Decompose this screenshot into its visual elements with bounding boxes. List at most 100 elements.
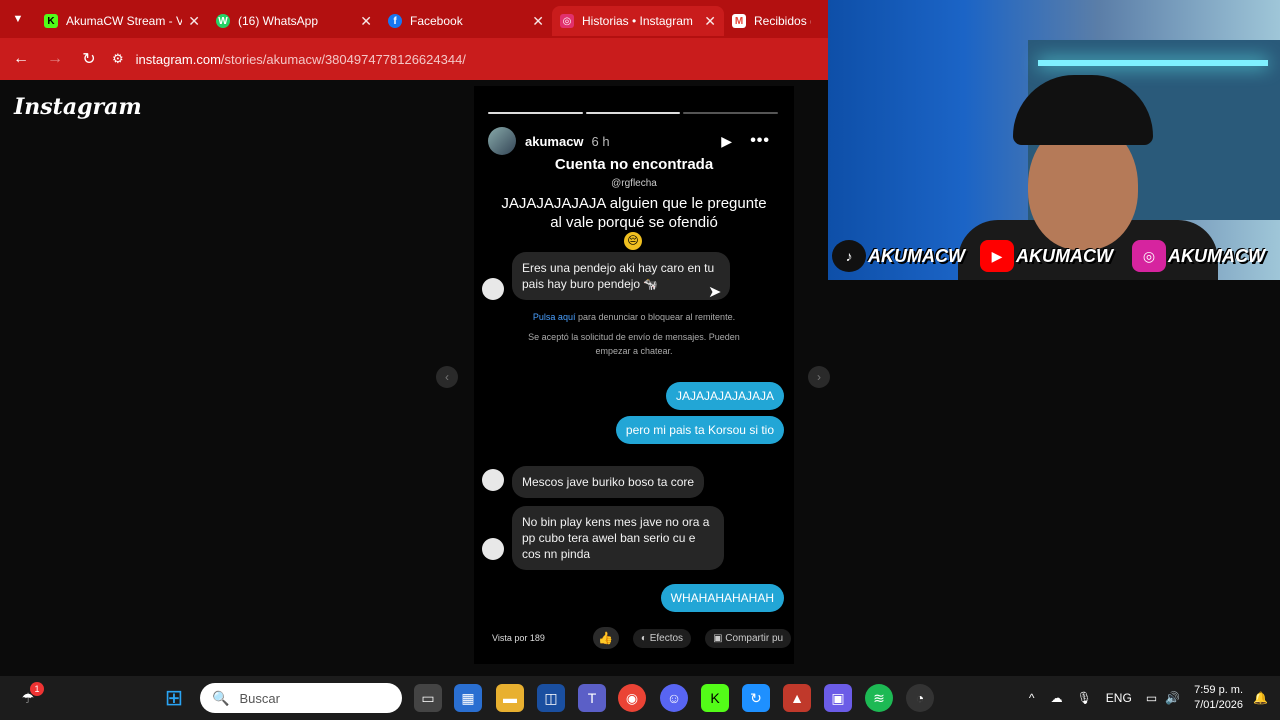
kick-app-icon[interactable]: K <box>701 684 729 712</box>
streaming-app-icon[interactable]: ▲ <box>783 684 811 712</box>
reload-icon[interactable]: ↻ <box>72 49 106 69</box>
tab-facebook[interactable]: f Facebook ✕ <box>380 6 552 36</box>
tiktok-handle: ♪ AKUMACW <box>832 240 965 272</box>
share-icon: ▣ <box>713 632 726 644</box>
address-bar: ← → ↻ ⚙ instagram.com/stories/akumacw/38… <box>0 38 828 80</box>
instagram-icon: ◎ <box>560 14 574 28</box>
notification-badge: 1 <box>30 682 44 696</box>
story-progress <box>488 112 779 114</box>
story-time: 6 h <box>591 133 610 149</box>
next-story-chevron-icon[interactable]: › <box>808 366 830 388</box>
report-link[interactable]: Pulsa aquí <box>533 312 576 322</box>
led-light <box>1038 60 1268 66</box>
effects-icon: ◐ <box>640 632 650 644</box>
task-view-icon[interactable]: ▭ <box>414 684 442 712</box>
mouse-cursor-icon: ➤ <box>708 284 722 301</box>
message-incoming: Eres una pendejo aki hay caro en tu pais… <box>512 252 730 300</box>
instagram-handle: ◎ AKUMACW <box>1132 240 1265 272</box>
tab-gmail[interactable]: M Recibidos (3,4 <box>724 6 819 36</box>
close-icon[interactable]: ✕ <box>360 13 372 30</box>
back-arrow-icon[interactable]: ← <box>4 50 38 68</box>
calculator-icon[interactable]: ▦ <box>454 684 482 712</box>
close-icon[interactable]: ✕ <box>188 13 200 30</box>
tab-title: (16) WhatsApp <box>238 14 319 28</box>
more-options-icon[interactable]: ••• <box>750 132 770 150</box>
sender-avatar <box>482 538 504 560</box>
viewers-count[interactable]: Vista por 189 <box>492 633 545 643</box>
instagram-logo[interactable]: Instagram <box>14 94 142 120</box>
url-host: instagram.com <box>135 51 221 67</box>
previous-story-chevron-icon[interactable]: ‹ <box>436 366 458 388</box>
story-header: akumacw 6 h ▶ ••• <box>488 126 778 156</box>
facebook-icon: f <box>388 14 402 28</box>
discord-icon[interactable]: ☺ <box>660 684 688 712</box>
effects-button[interactable]: ◐ Efectos <box>632 628 692 648</box>
tab-search-chevron-icon[interactable]: ▼ <box>0 0 36 38</box>
avatar[interactable] <box>488 127 516 155</box>
message-outgoing: pero mi pais ta Korsou si tio <box>615 416 784 444</box>
account-handle: @rgflecha <box>611 178 657 189</box>
url-field[interactable]: ⚙ instagram.com/stories/akumacw/38049747… <box>112 51 466 67</box>
tab-title: Facebook <box>410 14 463 28</box>
microphone-icon[interactable]: 🎙 <box>1077 691 1092 705</box>
chevron-up-icon[interactable]: ^ <box>1029 691 1035 705</box>
obs-icon[interactable]: ◔ <box>906 684 934 712</box>
windows-taskbar: ☂ 1 ⊞ 🔍 Buscar ▭ ▦ ▬ ◫ T ◉ ☺ K ↻ ▲ ▣ ≋ ◔… <box>0 676 1280 720</box>
teams-icon[interactable]: T <box>578 684 606 712</box>
remote-desktop-icon[interactable]: ◫ <box>537 684 565 712</box>
share-button[interactable]: ▣ Compartir pu <box>705 628 792 648</box>
close-icon[interactable]: ✕ <box>532 13 544 30</box>
message-outgoing: WHAHAHAHAHAH <box>660 584 784 612</box>
pensive-emoji-icon: 😔 <box>624 232 642 250</box>
gmail-icon: M <box>732 14 746 28</box>
close-icon[interactable]: ✕ <box>704 13 716 30</box>
taskbar-search[interactable]: 🔍 Buscar <box>200 683 402 713</box>
network-icon[interactable]: ▭ <box>1146 691 1157 705</box>
story-footer: Vista por 189 👍 ◐ Efectos ▣ Compartir pu <box>492 626 794 650</box>
cloud-icon[interactable]: ☁ <box>1051 691 1063 705</box>
url-path: /stories/akumacw/3804974778126624344/ <box>220 51 466 67</box>
file-explorer-icon[interactable]: ▬ <box>496 684 524 712</box>
message-outgoing: JAJAJAJAJAJAJA <box>665 382 784 410</box>
tab-title: Historias • Instagram <box>582 14 693 28</box>
sender-avatar <box>482 278 504 300</box>
youtube-icon: ▶ <box>980 240 1014 272</box>
sender-avatar <box>482 469 504 491</box>
kick-icon: K <box>44 14 58 28</box>
play-icon[interactable]: ▶ <box>721 133 732 150</box>
report-notice: Pulsa aquí para denunciar o bloquear al … <box>532 312 736 322</box>
language-indicator[interactable]: ENG <box>1106 691 1132 705</box>
story-username[interactable]: akumacw <box>525 134 584 149</box>
notifications-bell-icon[interactable]: 🔔 <box>1253 691 1268 705</box>
like-icon[interactable]: 👍 <box>592 627 619 649</box>
volume-icon[interactable]: 🔊 <box>1165 691 1180 705</box>
instagram-icon: ◎ <box>1132 240 1166 272</box>
browser-tab-bar: ▼ K AkumaCW Stream - V ✕ W (16) WhatsApp… <box>0 0 828 38</box>
windows-start-icon[interactable]: ⊞ <box>160 684 188 712</box>
youtube-handle: ▶ AKUMACW <box>980 240 1113 272</box>
clock[interactable]: 7:59 p. m. 7/01/2026 <box>1194 683 1243 713</box>
story-caption: JAJAJAJAJAJA alguien que le pregunte al … <box>501 195 767 231</box>
whatsapp-icon: W <box>216 14 230 28</box>
social-handles: ♪ AKUMACW ▶ AKUMACW ◎ AKUMACW <box>828 240 1280 276</box>
tab-title: Recibidos (3,4 <box>754 14 811 28</box>
app-grid-icon[interactable]: ▣ <box>824 684 852 712</box>
tab-akumacw-stream[interactable]: K AkumaCW Stream - V ✕ <box>36 6 208 36</box>
app-icon[interactable]: ↻ <box>742 684 770 712</box>
webcam-overlay: ♪ AKUMACW ▶ AKUMACW ◎ AKUMACW <box>828 0 1280 280</box>
forward-arrow-icon[interactable]: → <box>38 50 72 68</box>
message-incoming: No bin play kens mes jave no ora a pp cu… <box>512 506 724 570</box>
tab-title: AkumaCW Stream - V <box>66 14 183 28</box>
system-tray: ^ ☁ 🎙 ENG ▭ 🔊 7:59 p. m. 7/01/2026 🔔 <box>1029 676 1280 720</box>
search-icon: 🔍 <box>212 689 230 706</box>
tab-whatsapp[interactable]: W (16) WhatsApp ✕ <box>208 6 380 36</box>
site-info-icon[interactable]: ⚙ <box>112 51 124 67</box>
story-viewer: akumacw 6 h ▶ ••• Cuenta no encontrada @… <box>474 86 794 664</box>
tab-instagram-stories[interactable]: ◎ Historias • Instagram ✕ <box>552 6 724 36</box>
request-accepted-notice: Se aceptó la solicitud de envío de mensa… <box>528 332 740 356</box>
tiktok-icon: ♪ <box>832 240 866 272</box>
spotify-icon[interactable]: ≋ <box>865 684 893 712</box>
account-title: Cuenta no encontrada <box>554 156 714 173</box>
message-incoming: Mescos jave buriko boso ta core <box>512 466 705 498</box>
chrome-icon[interactable]: ◉ <box>618 684 646 712</box>
